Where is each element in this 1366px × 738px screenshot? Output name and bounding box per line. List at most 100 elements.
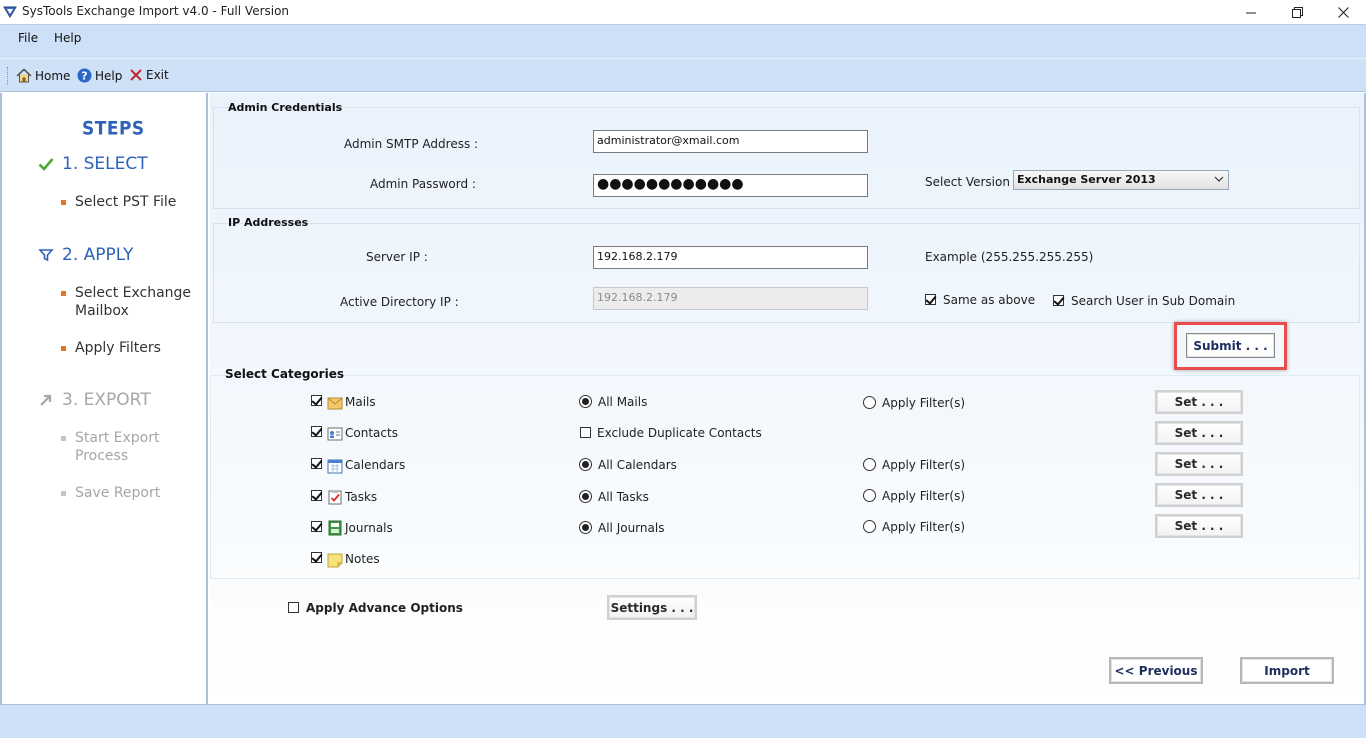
server-ip-input[interactable]: 192.168.2.179: [593, 246, 868, 269]
step-3-heading: 3. EXPORT: [36, 390, 151, 410]
exclude-duplicate-contacts-checkbox[interactable]: [580, 427, 591, 438]
ip-example-text: Example (255.255.255.255): [925, 250, 1094, 264]
app-logo-icon: [3, 6, 17, 18]
step-2-heading: 2. APPLY: [36, 245, 133, 265]
close-icon: [1337, 6, 1349, 18]
step-select-pst-file: Select PST File: [75, 194, 177, 210]
step-bullet: [61, 346, 66, 351]
help-button[interactable]: ? Help: [77, 68, 122, 83]
mails-checkbox[interactable]: [311, 395, 322, 406]
export-arrow-icon: [36, 393, 56, 407]
version-select-value: Exchange Server 2013: [1017, 173, 1156, 186]
all-tasks-label: All Tasks: [598, 490, 649, 504]
submit-button[interactable]: Submit . . .: [1186, 333, 1275, 358]
mails-label: Mails: [345, 395, 376, 409]
minimize-button[interactable]: [1228, 0, 1274, 24]
exit-x-icon: [130, 69, 142, 81]
close-button[interactable]: [1320, 0, 1366, 24]
ip-addresses-title: IP Addresses: [228, 216, 309, 229]
main-panel: Admin Credentials Admin SMTP Address : a…: [210, 93, 1366, 704]
contacts-card-icon: [327, 427, 343, 441]
svg-text:?: ?: [81, 70, 87, 83]
tasks-set-button[interactable]: Set . . .: [1155, 483, 1243, 507]
mails-apply-filter-radio[interactable]: [863, 396, 876, 409]
menu-bar: File Help: [0, 24, 1366, 58]
journals-label: Journals: [345, 521, 393, 535]
restore-icon: [1291, 6, 1303, 18]
journals-apply-filter-radio[interactable]: [863, 520, 876, 533]
check-icon: [36, 157, 56, 171]
all-mails-label: All Mails: [598, 395, 648, 409]
tasks-clipboard-icon: [328, 490, 342, 505]
select-version-label: Select Version: [925, 175, 1010, 189]
same-as-above-label: Same as above: [943, 293, 1036, 307]
notes-label: Notes: [345, 552, 380, 566]
tasks-apply-filter-label: Apply Filter(s): [882, 489, 966, 503]
calendars-set-button[interactable]: Set . . .: [1155, 452, 1243, 476]
home-icon: [16, 68, 32, 83]
minimize-icon: [1245, 12, 1256, 13]
all-mails-radio[interactable]: [579, 395, 592, 408]
exit-button[interactable]: Exit: [129, 68, 169, 82]
notes-sticky-icon: [327, 553, 343, 568]
step-apply-filters: Apply Filters: [75, 340, 161, 356]
step-process: Process: [75, 448, 129, 464]
smtp-address-input[interactable]: administrator@xmail.com: [593, 130, 868, 153]
step-save-report: Save Report: [75, 485, 161, 501]
all-journals-radio[interactable]: [579, 521, 592, 534]
search-sub-domain-label: Search User in Sub Domain: [1071, 294, 1236, 308]
mails-set-button[interactable]: Set . . .: [1155, 390, 1243, 414]
steps-sidebar: STEPS 1. SELECT Select PST File 2. APPLY…: [0, 93, 208, 704]
tasks-apply-filter-radio[interactable]: [863, 489, 876, 502]
step-1-heading: 1. SELECT: [36, 154, 148, 174]
calendars-checkbox[interactable]: [311, 458, 322, 469]
toolbar-grip: [7, 67, 9, 85]
toolbar: Home ? Help Exit: [0, 58, 1366, 92]
contacts-label: Contacts: [345, 426, 398, 440]
all-calendars-label: All Calendars: [598, 458, 677, 472]
home-button[interactable]: Home: [16, 68, 70, 83]
restore-button[interactable]: [1274, 0, 1320, 24]
step-1-label: 1. SELECT: [62, 154, 148, 174]
journal-book-icon: [328, 520, 342, 536]
mails-apply-filter-label: Apply Filter(s): [882, 396, 966, 410]
previous-button[interactable]: << Previous: [1109, 657, 1203, 684]
calendars-apply-filter-radio[interactable]: [863, 458, 876, 471]
filter-icon: [36, 248, 56, 262]
all-calendars-radio[interactable]: [579, 458, 592, 471]
smtp-address-label: Admin SMTP Address :: [344, 137, 479, 151]
import-button[interactable]: Import: [1240, 657, 1334, 684]
title-bar: SysTools Exchange Import v4.0 - Full Ver…: [0, 0, 1366, 24]
search-sub-domain-checkbox[interactable]: [1053, 295, 1064, 306]
contacts-set-button[interactable]: Set . . .: [1155, 421, 1243, 445]
admin-credentials-title: Admin Credentials: [228, 101, 343, 114]
step-3-label: 3. EXPORT: [62, 390, 151, 410]
help-icon: ?: [77, 68, 92, 83]
journals-checkbox[interactable]: [311, 521, 322, 532]
active-directory-ip-label: Active Directory IP :: [340, 295, 459, 309]
all-tasks-radio[interactable]: [579, 490, 592, 503]
active-directory-ip-input: 192.168.2.179: [593, 287, 868, 310]
admin-password-label: Admin Password :: [370, 177, 476, 191]
tasks-checkbox[interactable]: [311, 490, 322, 501]
advance-options-checkbox[interactable]: [288, 602, 299, 613]
help-label: Help: [95, 68, 123, 83]
calendar-icon: [327, 459, 343, 474]
mail-envelope-icon: [327, 397, 343, 410]
settings-button[interactable]: Settings . . .: [607, 595, 697, 620]
step-mailbox: Mailbox: [75, 303, 129, 319]
version-select[interactable]: Exchange Server 2013: [1013, 170, 1229, 190]
admin-password-input[interactable]: ●●●●●●●●●●●●: [593, 174, 868, 197]
journals-set-button[interactable]: Set . . .: [1155, 514, 1243, 538]
calendars-apply-filter-label: Apply Filter(s): [882, 458, 966, 472]
window-title: SysTools Exchange Import v4.0 - Full Ver…: [22, 4, 290, 18]
steps-title: STEPS: [82, 118, 145, 140]
same-as-above-checkbox[interactable]: [925, 294, 936, 305]
contacts-checkbox[interactable]: [311, 426, 322, 437]
menu-file[interactable]: File: [16, 31, 40, 45]
server-ip-label: Server IP :: [366, 250, 428, 264]
journals-apply-filter-label: Apply Filter(s): [882, 520, 966, 534]
step-bullet: [61, 291, 66, 296]
menu-help[interactable]: Help: [52, 31, 83, 45]
notes-checkbox[interactable]: [311, 552, 322, 563]
